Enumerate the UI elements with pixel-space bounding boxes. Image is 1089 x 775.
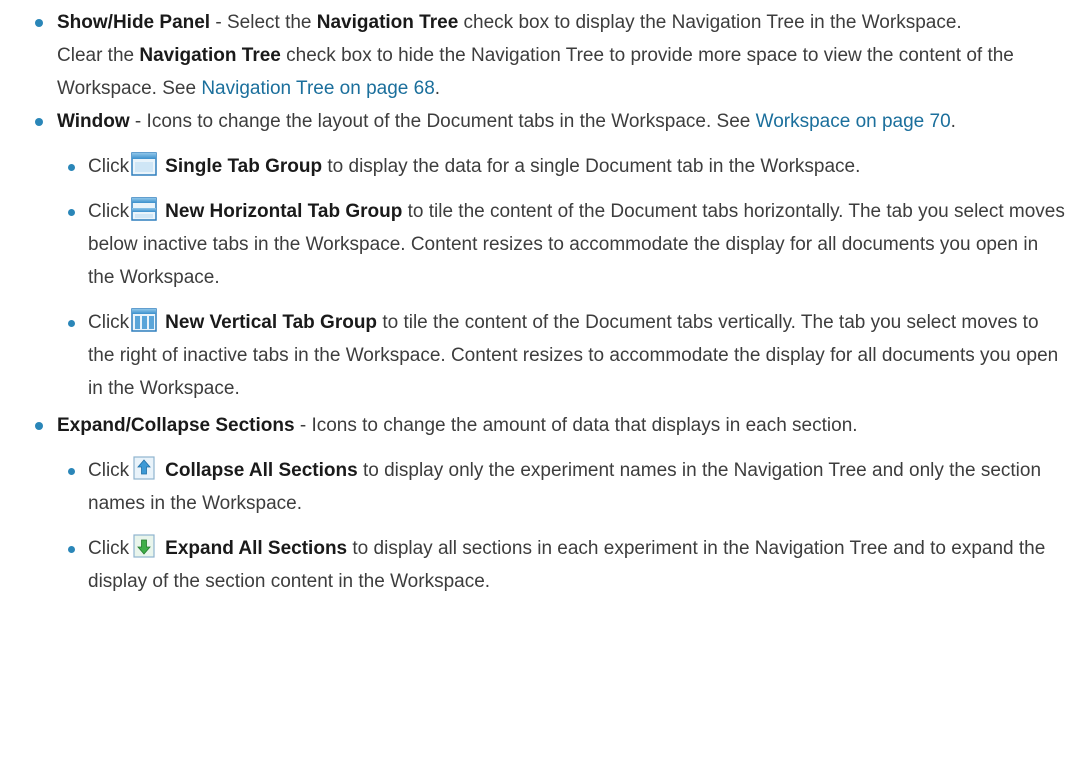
- item-text: to display the data for a single Documen…: [322, 156, 861, 177]
- click-text: Click: [88, 201, 130, 222]
- term-show-hide-panel: Show/Hide Panel: [57, 12, 211, 33]
- item-text: check box to display the Navigation Tree…: [458, 12, 962, 33]
- click-text: Click: [88, 156, 130, 177]
- link-workspace[interactable]: Workspace on page 70: [756, 111, 951, 132]
- click-text: Click: [88, 460, 130, 481]
- list-item-show-hide-panel: Show/Hide Panel - Select the Navigation …: [0, 6, 1089, 105]
- term-expand-collapse-sections: Expand/Collapse Sections: [57, 415, 295, 436]
- sub-item-horizontal-tab-group: Click New Horizontal Tab Group to tile t…: [0, 195, 1089, 294]
- item-text: - Select the: [210, 12, 317, 33]
- item-text: .: [434, 78, 441, 99]
- label-horizontal-tab-group: New Horizontal Tab Group: [165, 201, 403, 222]
- item-text: .: [950, 111, 956, 132]
- term-navigation-tree: Navigation Tree: [316, 12, 459, 33]
- bullet: [35, 422, 43, 430]
- sub-item-collapse-all-sections: Click Collapse All Sections to display o…: [0, 454, 1089, 520]
- bullet: [68, 546, 75, 553]
- horizontal-tab-group-icon: [131, 197, 157, 221]
- label-collapse-all-sections: Collapse All Sections: [165, 460, 358, 481]
- item-text: Clear the: [57, 45, 140, 66]
- link-navigation-tree[interactable]: Navigation Tree on page 68: [201, 78, 434, 99]
- list-item-expand-collapse-sections: Expand/Collapse Sections - Icons to chan…: [0, 409, 1089, 442]
- bullet: [68, 468, 75, 475]
- term-navigation-tree: Navigation Tree: [139, 45, 281, 66]
- label-expand-all-sections: Expand All Sections: [165, 538, 348, 559]
- single-tab-group-icon: [131, 152, 157, 176]
- expand-all-sections-icon: [131, 534, 157, 558]
- bullet: [35, 118, 43, 126]
- document-body: Show/Hide Panel - Select the Navigation …: [0, 0, 1089, 598]
- sub-item-expand-all-sections: Click Expand All Sections to display all…: [0, 532, 1089, 598]
- term-window: Window: [57, 111, 130, 132]
- label-vertical-tab-group: New Vertical Tab Group: [165, 312, 378, 333]
- bullet: [68, 320, 75, 327]
- sub-item-single-tab-group: Click Single Tab Group to display the da…: [0, 150, 1089, 183]
- list-item-window: Window - Icons to change the layout of t…: [0, 105, 1089, 138]
- bullet: [68, 209, 75, 216]
- collapse-all-sections-icon: [131, 456, 157, 480]
- label-single-tab-group: Single Tab Group: [165, 156, 323, 177]
- bullet: [35, 19, 43, 27]
- click-text: Click: [88, 538, 130, 559]
- bullet: [68, 164, 75, 171]
- vertical-tab-group-icon: [131, 308, 157, 332]
- sub-item-vertical-tab-group: Click New Vertical Tab Group to tile the…: [0, 306, 1089, 405]
- item-text: - Icons to change the layout of the Docu…: [129, 111, 756, 132]
- click-text: Click: [88, 312, 130, 333]
- item-text: - Icons to change the amount of data tha…: [294, 415, 858, 436]
